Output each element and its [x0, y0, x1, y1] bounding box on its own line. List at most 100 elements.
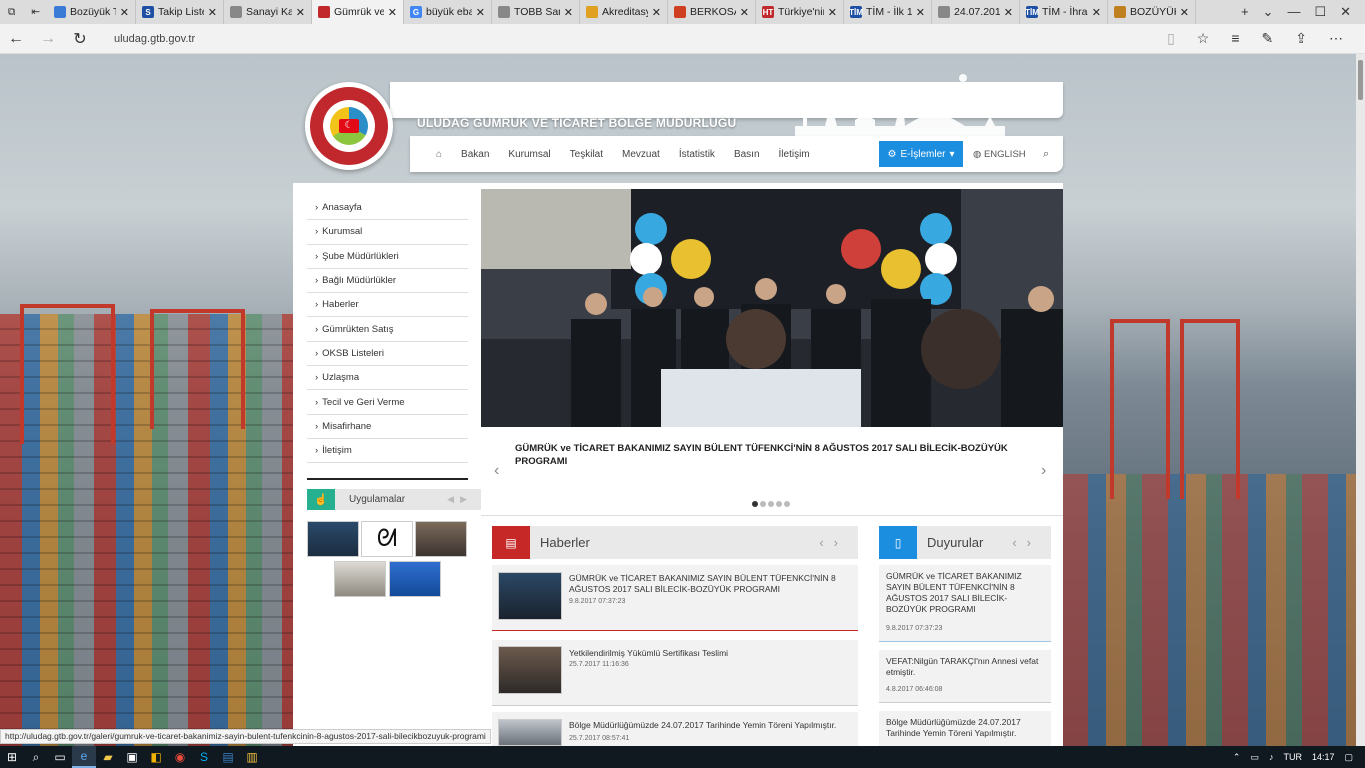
browser-tab[interactable]: BERKOSAN YA ✕: [668, 0, 756, 24]
news-item[interactable]: Bölge Müdürlüğümüzde 24.07.2017 Tarihind…: [492, 712, 858, 746]
chrome-icon[interactable]: ◉: [168, 746, 192, 768]
network-icon[interactable]: ▭: [1250, 752, 1259, 763]
tab-list-chevron-icon[interactable]: ⌄: [1263, 4, 1274, 20]
clock[interactable]: 14:17: [1312, 752, 1335, 762]
file-explorer-icon[interactable]: ▰: [96, 746, 120, 768]
sidebar-item[interactable]: › İletişim: [307, 439, 468, 464]
browser-tab[interactable]: TİMTİM - İhracat F ✕: [1020, 0, 1108, 24]
slider-dot[interactable]: [752, 501, 758, 507]
sidebar-item[interactable]: › Haberler: [307, 293, 468, 318]
close-tab-icon[interactable]: ✕: [564, 6, 573, 19]
notifications-icon[interactable]: ▢: [1344, 752, 1353, 763]
menu-item-kurumsal[interactable]: Kurumsal: [508, 149, 550, 160]
hub-icon[interactable]: ≡: [1231, 30, 1239, 47]
slide-caption[interactable]: GÜMRÜK ve TİCARET BAKANIMIZ SAYIN BÜLENT…: [515, 442, 1015, 468]
browser-tab[interactable]: HT Türkiye'nin 20 ✕: [756, 0, 844, 24]
close-tab-icon[interactable]: ✕: [476, 6, 485, 19]
browser-tab[interactable]: Gümrük ve ✕: [312, 0, 404, 24]
app-icon[interactable]: ▤: [216, 746, 240, 768]
close-tab-icon[interactable]: ✕: [916, 6, 925, 19]
menu-item-basin[interactable]: Basın: [734, 149, 760, 160]
browser-tab[interactable]: TİMTİM - İlk 1000 ✕: [844, 0, 932, 24]
sidebar-item[interactable]: › Bağlı Müdürlükler: [307, 269, 468, 294]
refresh-icon[interactable]: ↻: [64, 29, 96, 49]
back-arrow-icon[interactable]: ←: [0, 30, 32, 48]
home-icon[interactable]: ⌂: [436, 149, 442, 160]
news-item-title[interactable]: GÜMRÜK ve TİCARET BAKANIMIZ SAYIN BÜLENT…: [569, 573, 839, 595]
alo-136-thumbnail[interactable]: [389, 561, 441, 597]
tab-view-icon[interactable]: ⧉: [8, 6, 16, 19]
page-scrollbar[interactable]: [1356, 54, 1365, 746]
close-window-icon[interactable]: ✕: [1340, 4, 1351, 20]
announcements-nav-arrows[interactable]: ‹›: [1012, 535, 1041, 550]
close-tab-icon[interactable]: ✕: [1004, 6, 1013, 19]
new-tab-icon[interactable]: +: [1241, 4, 1249, 20]
app-thumbnail[interactable]: [307, 521, 359, 557]
minimize-icon[interactable]: —: [1287, 4, 1300, 20]
skype-icon[interactable]: S: [192, 746, 216, 768]
sidebar-item[interactable]: › Gümrükten Satış: [307, 317, 468, 342]
close-tab-icon[interactable]: ✕: [208, 6, 217, 19]
news-nav-arrows[interactable]: ‹›: [819, 535, 848, 550]
announcement-item-title[interactable]: VEFAT:Nilgün TARAKÇI'nın Annesi vefat et…: [879, 650, 1051, 678]
share-icon[interactable]: ⇪: [1295, 30, 1307, 47]
english-link[interactable]: ◍ ENGLISH: [973, 149, 1026, 160]
close-tab-icon[interactable]: ✕: [652, 6, 661, 19]
announcement-item-title[interactable]: Bölge Müdürlüğümüzde 24.07.2017 Tarihind…: [879, 711, 1051, 739]
sidebar-item[interactable]: › Tecil ve Geri Verme: [307, 390, 468, 415]
close-tab-icon[interactable]: ✕: [828, 6, 837, 19]
browser-tab[interactable]: Sanayi Kapasit ✕: [224, 0, 312, 24]
news-item[interactable]: Yetkilendirilmiş Yükümlü Sertifikası Tes…: [492, 640, 858, 706]
slider-dot[interactable]: [784, 501, 790, 507]
announcement-item[interactable]: Bölge Müdürlüğümüzde 24.07.2017 Tarihind…: [879, 711, 1051, 746]
more-icon[interactable]: ⋯: [1329, 30, 1343, 47]
reading-view-icon[interactable]: ▯: [1167, 30, 1175, 47]
browser-tab[interactable]: Akreditasyon I ✕: [580, 0, 668, 24]
close-tab-icon[interactable]: ✕: [388, 6, 397, 19]
browser-tab[interactable]: Bozüyük Ticar ✕: [48, 0, 136, 24]
browser-tab[interactable]: BOZÜYÜK TİCA ✕: [1108, 0, 1196, 24]
menu-item-iletisim[interactable]: İletişim: [779, 149, 810, 160]
announcement-item-title[interactable]: GÜMRÜK ve TİCARET BAKANIMIZ SAYIN BÜLENT…: [879, 565, 1051, 615]
sidebar-item[interactable]: › Uzlaşma: [307, 366, 468, 391]
sidebar-item[interactable]: › Kurumsal: [307, 220, 468, 245]
favorite-star-icon[interactable]: ☆: [1197, 30, 1210, 47]
e-islemler-button[interactable]: ⚙ E-İşlemler ▾: [879, 141, 963, 167]
close-tab-icon[interactable]: ✕: [1180, 6, 1189, 19]
set-aside-tabs-icon[interactable]: ⇤: [31, 6, 40, 19]
search-icon[interactable]: ⌕: [1043, 148, 1049, 161]
app-thumbnail[interactable]: [415, 521, 467, 557]
sidebar-item[interactable]: › Misafirhane: [307, 415, 468, 439]
language-indicator[interactable]: TUR: [1283, 752, 1302, 762]
slider-prev-icon[interactable]: ‹: [494, 462, 499, 480]
task-view-icon[interactable]: ▭: [48, 746, 72, 768]
sidebar-item[interactable]: › OKSB Listeleri: [307, 342, 468, 367]
slider-dot[interactable]: [760, 501, 766, 507]
tray-chevron-icon[interactable]: ⌃: [1233, 752, 1241, 763]
news-item[interactable]: GÜMRÜK ve TİCARET BAKANIMIZ SAYIN BÜLENT…: [492, 565, 858, 631]
browser-tab[interactable]: TOBB Sanayi V ✕: [492, 0, 580, 24]
mourning-ribbon-thumbnail[interactable]: ᘛ: [361, 521, 413, 557]
sidebar-item[interactable]: › Şube Müdürlükleri: [307, 245, 468, 269]
start-windows-icon[interactable]: ⊞: [0, 746, 24, 768]
web-note-icon[interactable]: ✎: [1262, 30, 1274, 47]
edge-browser-icon[interactable]: e: [72, 746, 96, 768]
browser-tab[interactable]: S Takip Listesi - ✕: [136, 0, 224, 24]
close-tab-icon[interactable]: ✕: [740, 6, 749, 19]
news-item-title[interactable]: Bölge Müdürlüğümüzde 24.07.2017 Tarihind…: [569, 720, 839, 731]
close-tab-icon[interactable]: ✕: [296, 6, 305, 19]
slider-dot[interactable]: [776, 501, 782, 507]
search-icon[interactable]: ⌕: [24, 746, 48, 768]
url-field[interactable]: uludag.gtb.gov.tr: [114, 33, 195, 45]
apps-nav-arrows[interactable]: ◀▶: [447, 494, 473, 505]
slider-next-icon[interactable]: ›: [1041, 462, 1046, 480]
announcement-item[interactable]: VEFAT:Nilgün TARAKÇI'nın Annesi vefat et…: [879, 650, 1051, 703]
page-scrollbar-thumb[interactable]: [1358, 60, 1363, 100]
ministry-seal-icon[interactable]: ☾: [305, 82, 393, 170]
menu-item-bakan[interactable]: Bakan: [461, 149, 489, 160]
volume-icon[interactable]: ♪: [1269, 752, 1274, 762]
maximize-icon[interactable]: ☐: [1314, 4, 1326, 20]
announcement-item[interactable]: GÜMRÜK ve TİCARET BAKANIMIZ SAYIN BÜLENT…: [879, 565, 1051, 642]
close-tab-icon[interactable]: ✕: [1092, 6, 1101, 19]
app-icon[interactable]: ▥: [240, 746, 264, 768]
